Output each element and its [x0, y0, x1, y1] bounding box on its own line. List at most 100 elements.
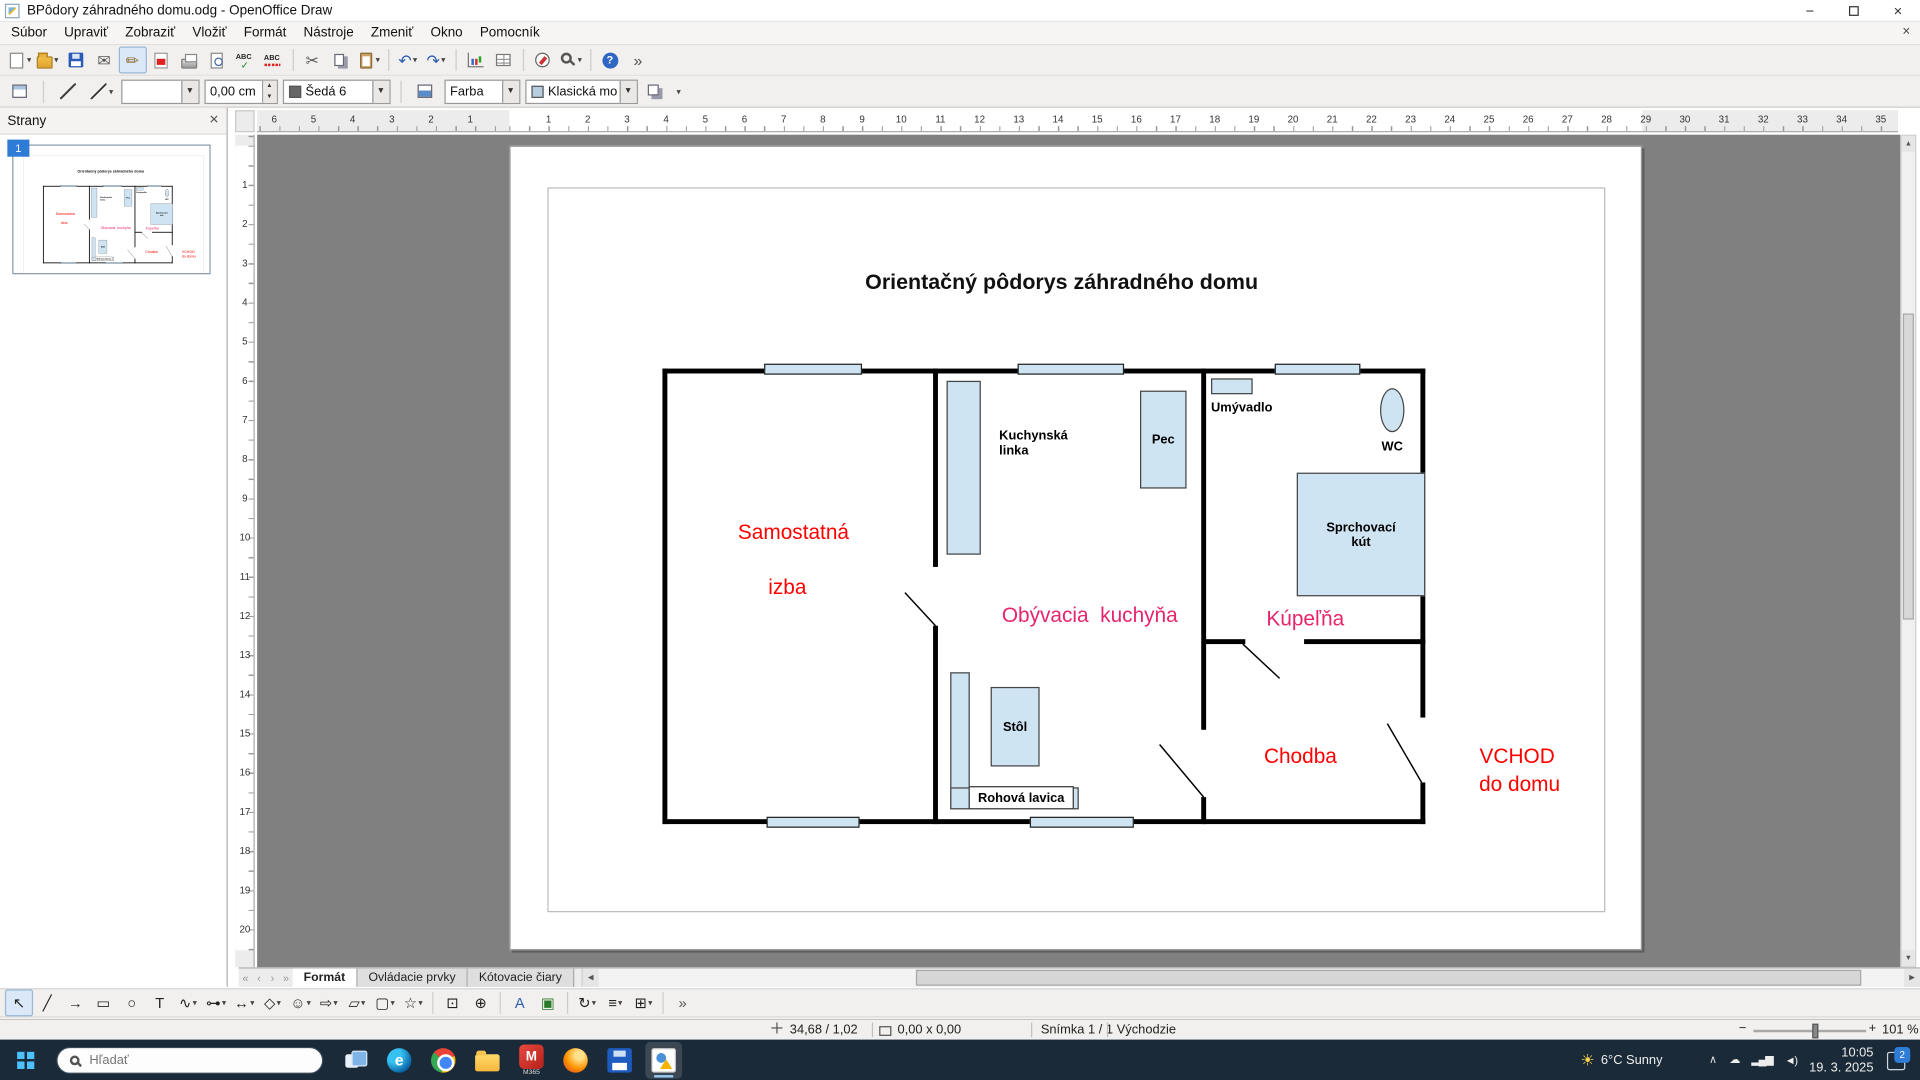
furniture-table[interactable]: Stôl	[99, 240, 107, 254]
vertical-scrollbar-thumb[interactable]	[1903, 313, 1914, 619]
drawing-canvas[interactable]: Orientačný pôdorys záhradného domu	[257, 135, 1900, 968]
basic-shapes-button[interactable]: ◇▾	[258, 989, 286, 1016]
room-label-hallway[interactable]: Chodba	[141, 250, 162, 254]
furniture-sink[interactable]	[1211, 378, 1253, 394]
wc-label[interactable]: WC	[163, 198, 171, 200]
print-button[interactable]	[175, 47, 203, 74]
last-tab-icon[interactable]: »	[279, 972, 292, 984]
start-button[interactable]	[7, 1041, 44, 1078]
curve-dropdown-arrow[interactable]: ▾	[193, 998, 197, 1008]
shadow-button[interactable]	[642, 78, 670, 105]
kitchen-unit-label[interactable]: Kuchynská linka	[100, 196, 117, 201]
line-color-combo[interactable]: Šedá 6 ▼	[282, 79, 390, 103]
fontwork-button[interactable]: A	[506, 989, 534, 1016]
undo-dropdown-arrow[interactable]: ▾	[413, 55, 417, 65]
lines-arrows-button[interactable]: ↔▾	[230, 989, 258, 1016]
zoom-dropdown-arrow[interactable]: ▾	[578, 55, 582, 65]
callouts-dropdown-arrow[interactable]: ▾	[390, 998, 394, 1008]
menu-okno[interactable]: Okno	[422, 23, 471, 43]
volume-icon[interactable]: ◄)	[1785, 1054, 1797, 1066]
onedrive-cloud-icon[interactable]: ☁	[1729, 1053, 1739, 1066]
horizontal-ruler[interactable]: 6543211234567891011121314151617181920212…	[257, 110, 1898, 132]
wall-bath-hall-right[interactable]	[152, 232, 173, 233]
next-tab-icon[interactable]: ›	[266, 972, 279, 984]
arrange-button[interactable]: ⊞▾	[629, 989, 657, 1016]
undo-button[interactable]: ↶▾	[394, 47, 422, 74]
taskbar-clock[interactable]: 10:05 19. 3. 2025	[1809, 1045, 1873, 1074]
toolbar-overflow-arrow[interactable]: ▾	[677, 86, 681, 96]
arrow-style-button[interactable]: ▾	[87, 78, 116, 105]
area-dialog-button[interactable]	[411, 78, 439, 105]
fill-type-dropdown-arrow[interactable]: ▼	[501, 80, 518, 102]
ellipse-button[interactable]: ○	[118, 989, 146, 1016]
align-button[interactable]: ≡▾	[601, 989, 629, 1016]
zoom-out-icon[interactable]: −	[1739, 1021, 1747, 1036]
menu-upravit[interactable]: Upraviť	[56, 23, 117, 43]
entrance-label-line2[interactable]: do domu	[178, 255, 199, 259]
page-thumbnail-drawing[interactable]: Orientačný pôdorys záhradného domu	[17, 148, 210, 274]
furniture-stove[interactable]: Pec	[1140, 391, 1187, 489]
furniture-kitchen-unit[interactable]	[947, 381, 981, 555]
network-signal-icon[interactable]: ▂▄▆	[1751, 1053, 1772, 1066]
first-tab-icon[interactable]: «	[239, 972, 252, 984]
zoom-button[interactable]: ▾	[557, 47, 585, 74]
edit-points-button[interactable]: ⊡	[438, 989, 466, 1016]
scroll-right-icon[interactable]: ▶	[1904, 969, 1920, 987]
fill-color-dropdown-arrow[interactable]: ▼	[619, 80, 636, 102]
minimize-button[interactable]: −	[1788, 0, 1832, 21]
window-opening[interactable]	[764, 364, 862, 375]
bench-label-box[interactable]: Rohová lavica	[95, 257, 113, 261]
callouts-button[interactable]: ▢▾	[371, 989, 399, 1016]
line-style-combo[interactable]: ▼	[121, 79, 199, 103]
zoom-slider-thumb[interactable]	[1812, 1024, 1818, 1039]
navigator-button[interactable]	[528, 47, 556, 74]
furniture-kitchen-unit[interactable]	[91, 188, 97, 218]
send-email-button[interactable]: ✉	[90, 47, 118, 74]
horizontal-scrollbar-thumb[interactable]	[916, 970, 1861, 986]
pages-panel-close-icon[interactable]: ✕	[209, 114, 219, 127]
zoom-slider[interactable]	[1753, 1030, 1866, 1032]
cut-button[interactable]: ✂	[298, 47, 326, 74]
wall-bath-hall-left[interactable]	[1204, 639, 1246, 644]
prev-tab-icon[interactable]: ‹	[252, 972, 265, 984]
arrange-dropdown-arrow[interactable]: ▾	[648, 998, 652, 1008]
block-arrows-button[interactable]: ⇨▾	[315, 989, 343, 1016]
wall-bath-divider-lower[interactable]	[135, 259, 136, 264]
wall-bath-hall-left[interactable]	[135, 232, 142, 233]
taskbar-edge-button[interactable]	[381, 1041, 418, 1078]
rotate-dropdown-arrow[interactable]: ▾	[592, 998, 596, 1008]
spin-up-icon[interactable]: ▲	[263, 80, 276, 91]
room-label-standalone-2[interactable]: izba	[52, 221, 77, 225]
zoom-in-icon[interactable]: +	[1869, 1021, 1877, 1036]
wall-right-lower[interactable]	[1420, 782, 1425, 824]
kitchen-unit-label[interactable]: Kuchynská linka	[999, 429, 1097, 458]
insert-chart-button[interactable]	[461, 47, 489, 74]
window-opening[interactable]	[147, 185, 162, 187]
symbol-shapes-button[interactable]: ☺▾	[287, 989, 315, 1016]
search-input[interactable]	[87, 1051, 310, 1068]
layer-tab-kotovacie-ciary[interactable]: Kótovacie čiary	[468, 969, 574, 987]
basic-shapes-dropdown-arrow[interactable]: ▾	[277, 998, 281, 1008]
lines-arrows-dropdown-arrow[interactable]: ▾	[250, 998, 254, 1008]
zoom-level[interactable]: 101 %	[1882, 1022, 1918, 1037]
redo-button[interactable]: ↷▾	[422, 47, 450, 74]
close-document-button[interactable]: ×	[1902, 24, 1910, 39]
rectangle-button[interactable]: ▭	[89, 989, 117, 1016]
vertical-ruler[interactable]: 1234567891011121314151617181920	[235, 135, 255, 968]
copy-button[interactable]	[326, 47, 354, 74]
entrance-label-line2[interactable]: do domu	[1458, 773, 1580, 797]
menu-subor[interactable]: Súbor	[2, 23, 55, 43]
help-button[interactable]	[596, 47, 624, 74]
sink-label[interactable]: Umývadlo	[136, 191, 151, 193]
bench-label-box[interactable]: Rohová lavica	[969, 786, 1074, 809]
wall-room-divider-upper[interactable]	[89, 186, 90, 220]
page-number-badge[interactable]: 1	[7, 140, 29, 157]
furniture-sink[interactable]	[136, 188, 143, 191]
open-button[interactable]: ▾	[34, 47, 62, 74]
fill-type-combo[interactable]: Farba ▼	[444, 79, 520, 103]
insert-image-button[interactable]: ▣	[534, 989, 562, 1016]
page-style[interactable]: Východzie	[1117, 1022, 1176, 1037]
drawing-page[interactable]: Orientačný pôdorys záhradného domu	[509, 146, 1642, 950]
menu-format[interactable]: Formát	[235, 23, 295, 43]
window-opening[interactable]	[61, 262, 77, 264]
